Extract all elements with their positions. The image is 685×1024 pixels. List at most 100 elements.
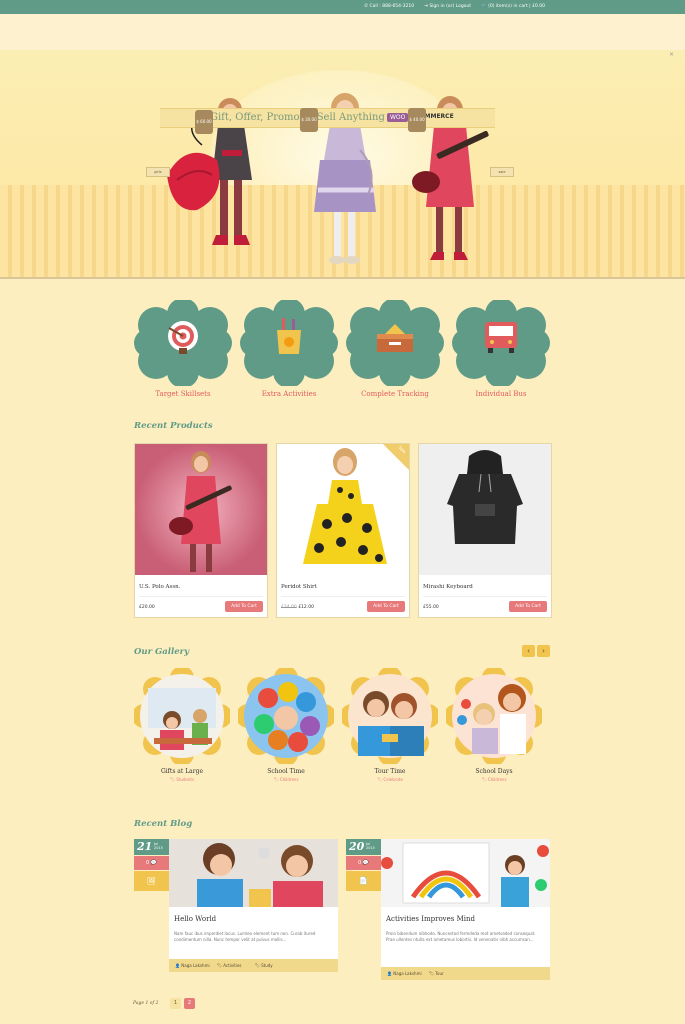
call-link[interactable]: ✆ Call : 888-654-3210 bbox=[364, 4, 414, 9]
recent-products-title: Recent Products bbox=[134, 421, 213, 431]
cart-link[interactable]: 🛒 (0) item(s) in cart | £0.00 bbox=[481, 4, 545, 9]
document-icon: 📄 bbox=[346, 871, 381, 891]
post-body: Activities Improves Mind Proin bibendum … bbox=[381, 907, 550, 967]
feature-label[interactable]: Individual Bus bbox=[441, 390, 561, 398]
post-title[interactable]: Hello World bbox=[174, 915, 216, 923]
target-icon bbox=[168, 321, 198, 354]
post-category[interactable]: 🏷 Tour bbox=[429, 971, 450, 976]
post-meta: 👤 Naga Lakshmi 🏷 Activities 🏷 Study bbox=[169, 959, 338, 972]
product-card[interactable]: Mirashi Keyboard £55.00 Add To Cart bbox=[418, 443, 552, 618]
pencil-cup-icon bbox=[277, 316, 301, 354]
pagination-text: Page 1 of 2 bbox=[133, 1001, 159, 1006]
gallery-image[interactable] bbox=[238, 668, 334, 764]
post-tag[interactable]: 🏷 Study bbox=[255, 963, 273, 968]
call-text: Call : 888-654-3210 bbox=[369, 4, 415, 9]
gallery-prev-button[interactable]: ‹ bbox=[522, 645, 535, 657]
account-text: Sign in (or) Logout bbox=[429, 4, 472, 9]
post-excerpt: Nam fauc ibus imperdiet lacus. Lumleo el… bbox=[174, 931, 316, 942]
page-button[interactable]: 1 bbox=[170, 998, 181, 1009]
product-divider bbox=[281, 596, 405, 597]
post-category[interactable]: 🏷 Activities bbox=[217, 963, 248, 968]
gallery-item-title[interactable]: Tour Time bbox=[335, 768, 445, 775]
post-meta: 👤 Naga Lakshmi 🏷 Tour bbox=[381, 967, 550, 980]
post-excerpt: Proin bibendum nibhodo. Nuncestod fermde… bbox=[386, 931, 536, 942]
post-day: 21 bbox=[137, 840, 153, 853]
gallery-item-category[interactable]: 🏷 Childrens bbox=[439, 777, 549, 782]
product-name[interactable]: Mirashi Keyboard bbox=[423, 584, 473, 590]
gallery-category-text: Celebrate bbox=[383, 777, 403, 782]
post-image[interactable] bbox=[381, 839, 550, 907]
feature-individual-bus[interactable] bbox=[452, 300, 550, 386]
hero-headline: Gift, Offer, Promote! Sell Anything bbox=[210, 112, 385, 123]
product-card[interactable]: U.S. Polo Assn. £20.00 Add To Cart bbox=[134, 443, 268, 618]
product-name[interactable]: U.S. Polo Assn. bbox=[139, 584, 180, 590]
product-price: £24.00 £12.00 bbox=[281, 605, 314, 610]
feature-complete-tracking[interactable] bbox=[346, 300, 444, 386]
feature-extra-activities[interactable] bbox=[240, 300, 338, 386]
product-old-price: £24.00 bbox=[281, 605, 297, 610]
gallery-item[interactable] bbox=[446, 668, 542, 764]
post-month-year: Jul 2015 bbox=[366, 842, 375, 850]
gallery-item-category[interactable]: 🏷 Childrens bbox=[231, 777, 341, 782]
post-comments-count[interactable]: 0 💬 bbox=[134, 856, 169, 870]
feature-label[interactable]: Complete Tracking bbox=[335, 390, 455, 398]
bus-icon bbox=[485, 322, 517, 353]
gallery-item-category[interactable]: 🏷 Students bbox=[127, 777, 237, 782]
gallery-next-button[interactable]: › bbox=[537, 645, 550, 657]
product-divider bbox=[139, 596, 263, 597]
post-category-text: Activities bbox=[223, 963, 242, 968]
post-title[interactable]: Activities Improves Mind bbox=[386, 915, 475, 923]
top-bar: ✆ Call : 888-654-3210 ⇥ Sign in (or) Log… bbox=[0, 0, 685, 14]
product-name[interactable]: Peridot Shirt bbox=[281, 584, 317, 590]
post-comments-count[interactable]: 0 💬 bbox=[346, 856, 381, 870]
post-image[interactable] bbox=[169, 839, 338, 907]
gallery-item-title[interactable]: School Days bbox=[439, 768, 549, 775]
gallery-item[interactable] bbox=[342, 668, 438, 764]
post-category-text: Tour bbox=[435, 971, 444, 976]
account-link[interactable]: ⇥ Sign in (or) Logout bbox=[424, 4, 471, 9]
top-links: ✆ Call : 888-654-3210 ⇥ Sign in (or) Log… bbox=[364, 4, 545, 9]
post-year: 2015 bbox=[154, 846, 163, 850]
gallery-item-category[interactable]: 🏷 Celebrate bbox=[335, 777, 445, 782]
product-card[interactable]: Sale Peridot Shirt £24.00 £12.00 Add To … bbox=[276, 443, 410, 618]
recent-blog-title: Recent Blog bbox=[134, 819, 193, 829]
gallery-item[interactable] bbox=[238, 668, 334, 764]
woo-logo: WOO bbox=[387, 113, 409, 122]
product-price: £55.00 bbox=[423, 605, 439, 610]
price-tag: $ 30.00 bbox=[300, 108, 318, 132]
post-day: 20 bbox=[349, 840, 365, 853]
post-date: 21 Jul 2015 bbox=[134, 839, 169, 855]
gallery-image[interactable] bbox=[446, 668, 542, 764]
close-icon[interactable]: × bbox=[669, 51, 674, 58]
feature-label[interactable]: Target Skillsets bbox=[123, 390, 243, 398]
add-to-cart-button[interactable]: Add To Cart bbox=[509, 601, 547, 612]
gallery-image[interactable] bbox=[342, 668, 438, 764]
hero-slider: Gift, Offer, Promote! Sell Anything WOO … bbox=[0, 50, 685, 278]
gallery-image[interactable] bbox=[134, 668, 230, 764]
product-image[interactable] bbox=[135, 444, 267, 575]
side-tag-left: girls bbox=[146, 167, 170, 177]
cart-text: (0) item(s) in cart | £0.00 bbox=[488, 4, 545, 9]
feature-label[interactable]: Extra Activities bbox=[229, 390, 349, 398]
post-month-year: Jul 2015 bbox=[154, 842, 163, 850]
gallery-item-title[interactable]: School Time bbox=[231, 768, 341, 775]
post-author[interactable]: 👤 Naga Lakshmi bbox=[387, 971, 422, 976]
product-current-price: £55.00 bbox=[423, 605, 439, 610]
gallery-category-text: Students bbox=[176, 777, 195, 782]
image-icon: 🖼 bbox=[134, 871, 169, 891]
gallery-category-text: Childrens bbox=[279, 777, 299, 782]
product-divider bbox=[423, 596, 547, 597]
post-author[interactable]: 👤 Naga Lakshmi bbox=[175, 963, 210, 968]
page-button[interactable]: 2 bbox=[184, 998, 195, 1009]
gallery-item-title[interactable]: Gifts at Large bbox=[127, 768, 237, 775]
product-image[interactable] bbox=[419, 444, 551, 575]
gallery-title: Our Gallery bbox=[134, 647, 190, 657]
add-to-cart-button[interactable]: Add To Cart bbox=[367, 601, 405, 612]
toolbox-icon bbox=[377, 324, 413, 352]
add-to-cart-button[interactable]: Add To Cart bbox=[225, 601, 263, 612]
product-current-price: £20.00 bbox=[139, 605, 155, 610]
feature-target-skillsets[interactable] bbox=[134, 300, 232, 386]
post-date: 20 Jul 2015 bbox=[346, 839, 381, 855]
gallery-item[interactable] bbox=[134, 668, 230, 764]
post-year: 2015 bbox=[366, 846, 375, 850]
